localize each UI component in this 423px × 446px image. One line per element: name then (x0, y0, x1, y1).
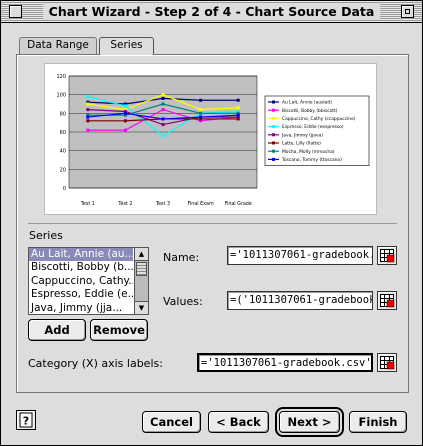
data-point (86, 119, 90, 123)
tab-data-range[interactable]: Data Range (19, 37, 97, 54)
category-collapse-button[interactable] (377, 353, 397, 372)
x-tick-label: Test 1 (80, 201, 95, 207)
next-button[interactable]: Next > (275, 407, 344, 437)
legend-marker (272, 125, 275, 129)
x-tick-label: Test 2 (117, 201, 132, 207)
data-point (236, 117, 240, 121)
y-tick-label: 20 (60, 167, 66, 173)
data-point (86, 128, 90, 132)
data-point (236, 98, 240, 102)
remove-series-button[interactable]: Remove (90, 319, 148, 341)
legend-entry: Latte, Lilly (llatte) (282, 141, 321, 147)
finish-button[interactable]: Finish (349, 411, 407, 433)
category-axis-field[interactable]: ='1011307061-gradebook.csv'!$I (197, 353, 373, 372)
window-title: Chart Wizard - Step 2 of 4 - Chart Sourc… (42, 3, 381, 20)
scroll-up-arrow-icon[interactable]: ▲ (135, 248, 148, 261)
data-point (86, 108, 90, 112)
legend-entry: Biscotti, Bobby (bbiscott) (282, 108, 338, 114)
legend-entry: Espresso, Eddie (eespresso) (282, 124, 344, 130)
data-point (199, 115, 203, 119)
scroll-down-arrow-icon[interactable]: ▼ (135, 301, 148, 314)
legend-marker (272, 149, 275, 153)
series-group-label: Series (29, 229, 63, 242)
data-point (86, 102, 90, 106)
legend-entry: Au Lait, Annie (auslait) (282, 100, 332, 106)
chart-wizard-window: Chart Wizard - Step 2 of 4 - Chart Sourc… (0, 0, 423, 446)
data-point (123, 128, 127, 132)
data-point (161, 96, 165, 100)
series-list-item[interactable]: Biscotti, Bobby (b... (29, 261, 133, 274)
legend-entry: Mocha, Molly (mmocha) (282, 149, 335, 155)
data-point (236, 106, 240, 110)
help-button[interactable]: ? (16, 410, 36, 430)
data-point (86, 115, 90, 119)
name-field[interactable]: ='1011307061-gradebook.c (227, 246, 373, 265)
series-list[interactable]: Au Lait, Annie (au... Biscotti, Bobby (b.… (28, 247, 149, 315)
data-point (199, 111, 203, 115)
values-field[interactable]: =('1011307061-gradebook (227, 291, 373, 310)
x-tick-label: Test 3 (155, 201, 170, 207)
values-collapse-button[interactable] (377, 291, 397, 310)
legend-marker (272, 133, 275, 137)
y-tick-label: 40 (60, 149, 66, 155)
legend-marker (272, 108, 275, 112)
add-series-button[interactable]: Add (28, 319, 86, 341)
scroll-thumb[interactable] (136, 262, 147, 276)
data-point (123, 104, 127, 108)
category-axis-label: Category (X) axis labels: (28, 357, 163, 370)
close-box[interactable] (9, 5, 22, 18)
data-point (161, 93, 165, 97)
series-list-item[interactable]: Espresso, Eddie (e... (29, 288, 133, 301)
y-tick-label: 120 (56, 74, 66, 80)
data-point (123, 111, 127, 115)
y-tick-label: 0 (63, 186, 66, 192)
values-label: Values: (163, 295, 203, 308)
range-select-icon (380, 356, 395, 370)
range-select-icon (380, 294, 395, 308)
data-point (161, 134, 165, 138)
legend-marker (272, 141, 275, 145)
data-point (123, 119, 127, 123)
tab-series[interactable]: Series (99, 37, 154, 55)
data-point (236, 113, 240, 117)
legend-marker (272, 100, 275, 104)
data-point (161, 102, 165, 106)
series-group-divider (28, 223, 397, 224)
data-point (161, 108, 165, 112)
legend-marker (272, 116, 275, 120)
back-button[interactable]: < Back (208, 411, 269, 433)
legend-entry: Java, Jimmy (jjava) (281, 132, 323, 138)
x-tick-label: Final Grade (225, 201, 252, 207)
y-tick-label: 60 (60, 130, 66, 136)
series-list-scrollbar[interactable]: ▲ ▼ (134, 248, 148, 314)
series-list-item[interactable]: Java, Jimmy (jja... (29, 302, 133, 315)
help-icon: ? (19, 412, 33, 428)
chart-preview: 0 20 40 60 80 100 120 Test 1 Test 2 Test 3 Final E… (44, 63, 377, 215)
range-select-icon (380, 249, 395, 263)
chart-svg: 0 20 40 60 80 100 120 Test 1 Test 2 Test 3 Final E… (56, 74, 370, 207)
legend-entry: Toscano, Tommy (ttoscano) (281, 157, 342, 163)
legend-entry: Cappuccino, Cathy (ccappuccino) (282, 116, 356, 122)
name-collapse-button[interactable] (377, 246, 397, 265)
y-tick-label: 100 (56, 93, 66, 99)
data-point (199, 98, 203, 102)
data-point (199, 108, 203, 112)
zoom-icon (405, 9, 410, 14)
data-point (161, 117, 165, 121)
y-tick-label: 80 (60, 111, 66, 117)
svg-text:?: ? (23, 415, 29, 428)
series-list-item[interactable]: Au Lait, Annie (au... (29, 248, 133, 262)
x-tick-label: Final Exam (188, 201, 214, 207)
data-point (86, 95, 90, 99)
zoom-box[interactable] (401, 5, 414, 18)
legend-marker (272, 157, 275, 161)
name-label: Name: (163, 251, 200, 264)
series-list-item[interactable]: Cappuccino, Cathy... (29, 275, 133, 288)
cancel-button[interactable]: Cancel (142, 411, 201, 433)
title-bar[interactable]: Chart Wizard - Step 2 of 4 - Chart Sourc… (1, 1, 422, 23)
data-point (161, 123, 165, 127)
legend-box (264, 95, 370, 166)
